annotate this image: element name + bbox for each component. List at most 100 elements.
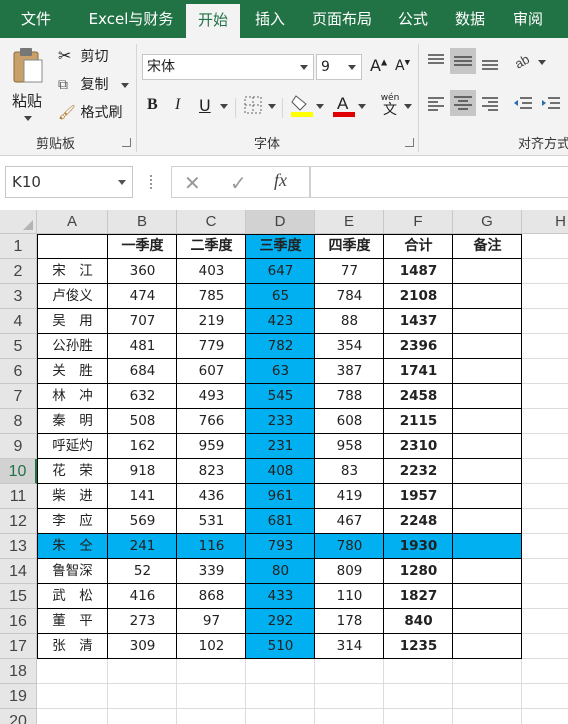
table-cell[interactable]: 788 bbox=[315, 384, 384, 409]
table-cell[interactable]: 292 bbox=[246, 609, 315, 634]
table-cell[interactable]: 632 bbox=[108, 384, 177, 409]
column-header-f[interactable]: F bbox=[384, 210, 453, 234]
table-cell[interactable]: 766 bbox=[177, 409, 246, 434]
cut-button[interactable]: ✂ 剪切 bbox=[58, 46, 108, 68]
row-header-13[interactable]: 13 bbox=[0, 534, 37, 559]
table-cell[interactable]: 545 bbox=[246, 384, 315, 409]
row-header-3[interactable]: 3 bbox=[0, 284, 37, 309]
table-cell[interactable] bbox=[453, 434, 522, 459]
shrink-font-button[interactable]: A▼ bbox=[395, 58, 410, 74]
row-header-5[interactable]: 5 bbox=[0, 334, 37, 359]
table-cell[interactable]: 809 bbox=[315, 559, 384, 584]
table-cell[interactable]: 张 清 bbox=[37, 634, 108, 659]
chevron-down-icon[interactable] bbox=[24, 116, 32, 121]
table-cell[interactable]: 419 bbox=[315, 484, 384, 509]
table-cell[interactable]: 681 bbox=[246, 509, 315, 534]
table-cell[interactable]: 83 bbox=[315, 459, 384, 484]
increase-indent-button[interactable] bbox=[540, 94, 562, 116]
align-bottom-button[interactable] bbox=[480, 52, 500, 76]
table-cell[interactable] bbox=[453, 259, 522, 284]
chevron-down-icon[interactable] bbox=[120, 82, 129, 88]
table-cell[interactable] bbox=[453, 359, 522, 384]
table-cell[interactable]: 2108 bbox=[384, 284, 453, 309]
table-cell[interactable]: 2458 bbox=[384, 384, 453, 409]
table-cell[interactable]: 231 bbox=[246, 434, 315, 459]
table-header-cell[interactable]: 一季度 bbox=[108, 234, 177, 259]
table-cell[interactable]: 1280 bbox=[384, 559, 453, 584]
font-size-select[interactable]: 9 bbox=[316, 54, 362, 80]
table-header-cell[interactable]: 合计 bbox=[384, 234, 453, 259]
chevron-down-icon[interactable] bbox=[268, 104, 276, 109]
bold-button[interactable]: B bbox=[147, 96, 158, 114]
table-cell[interactable]: 鲁智深 bbox=[37, 559, 108, 584]
table-cell[interactable]: 510 bbox=[246, 634, 315, 659]
table-cell[interactable]: 秦 明 bbox=[37, 409, 108, 434]
table-cell[interactable]: 1235 bbox=[384, 634, 453, 659]
table-cell[interactable]: 1957 bbox=[384, 484, 453, 509]
table-cell[interactable] bbox=[453, 284, 522, 309]
chevron-down-icon[interactable] bbox=[220, 104, 228, 109]
table-cell[interactable]: 481 bbox=[108, 334, 177, 359]
table-cell[interactable] bbox=[453, 584, 522, 609]
table-cell[interactable]: 102 bbox=[177, 634, 246, 659]
table-cell[interactable]: 531 bbox=[177, 509, 246, 534]
select-all-button[interactable] bbox=[0, 210, 37, 234]
table-cell[interactable]: 339 bbox=[177, 559, 246, 584]
tab-formulas[interactable]: 公式 bbox=[390, 0, 436, 38]
table-cell[interactable]: 423 bbox=[246, 309, 315, 334]
table-cell[interactable]: 呼延灼 bbox=[37, 434, 108, 459]
font-launcher-icon[interactable] bbox=[405, 138, 414, 147]
column-header-d[interactable]: D bbox=[246, 210, 315, 234]
copy-button[interactable]: ⧉ 复制 bbox=[58, 74, 129, 96]
table-cell[interactable]: 柴 进 bbox=[37, 484, 108, 509]
chevron-down-icon[interactable] bbox=[358, 104, 366, 109]
table-cell[interactable]: 2248 bbox=[384, 509, 453, 534]
column-header-b[interactable]: B bbox=[108, 210, 177, 234]
cancel-icon[interactable]: ✕ bbox=[184, 171, 201, 195]
table-cell[interactable]: 2115 bbox=[384, 409, 453, 434]
table-cell[interactable]: 178 bbox=[315, 609, 384, 634]
column-header-c[interactable]: C bbox=[177, 210, 246, 234]
table-cell[interactable]: 1437 bbox=[384, 309, 453, 334]
table-cell[interactable]: 80 bbox=[246, 559, 315, 584]
table-cell[interactable] bbox=[453, 559, 522, 584]
align-middle-button[interactable] bbox=[450, 48, 476, 74]
table-cell[interactable]: 958 bbox=[315, 434, 384, 459]
clipboard-launcher-icon[interactable] bbox=[122, 138, 131, 147]
table-cell[interactable]: 77 bbox=[315, 259, 384, 284]
column-header-h[interactable]: H bbox=[522, 210, 568, 234]
table-cell[interactable]: 784 bbox=[315, 284, 384, 309]
table-cell[interactable]: 1827 bbox=[384, 584, 453, 609]
tab-excel-finance[interactable]: Excel与财务 bbox=[80, 0, 182, 38]
table-cell[interactable]: 793 bbox=[246, 534, 315, 559]
format-painter-button[interactable]: 🖌 格式刷 bbox=[58, 102, 122, 124]
table-cell[interactable]: 493 bbox=[177, 384, 246, 409]
align-top-button[interactable] bbox=[426, 52, 446, 74]
table-cell[interactable]: 2310 bbox=[384, 434, 453, 459]
table-cell[interactable]: 707 bbox=[108, 309, 177, 334]
table-cell[interactable]: 2396 bbox=[384, 334, 453, 359]
align-left-button[interactable] bbox=[426, 94, 446, 116]
table-cell[interactable]: 354 bbox=[315, 334, 384, 359]
table-cell[interactable]: 花 荣 bbox=[37, 459, 108, 484]
fill-color-button[interactable] bbox=[290, 92, 314, 122]
table-cell[interactable]: 918 bbox=[108, 459, 177, 484]
chevron-down-icon[interactable] bbox=[538, 60, 546, 65]
table-cell[interactable]: 1741 bbox=[384, 359, 453, 384]
row-header-1[interactable]: 1 bbox=[0, 234, 37, 259]
table-cell[interactable]: 959 bbox=[177, 434, 246, 459]
paste-button[interactable]: 粘贴 bbox=[10, 46, 50, 126]
underline-button[interactable]: U bbox=[199, 96, 211, 115]
table-cell[interactable] bbox=[453, 484, 522, 509]
table-cell[interactable]: 780 bbox=[315, 534, 384, 559]
row-header-11[interactable]: 11 bbox=[0, 484, 37, 509]
table-cell[interactable]: 508 bbox=[108, 409, 177, 434]
tab-home[interactable]: 开始 bbox=[186, 4, 240, 38]
table-cell[interactable] bbox=[453, 384, 522, 409]
name-box[interactable]: K10 bbox=[5, 166, 133, 198]
table-cell[interactable]: 219 bbox=[177, 309, 246, 334]
row-header-8[interactable]: 8 bbox=[0, 409, 37, 434]
table-cell[interactable]: 433 bbox=[246, 584, 315, 609]
table-cell[interactable] bbox=[453, 309, 522, 334]
table-cell[interactable]: 647 bbox=[246, 259, 315, 284]
